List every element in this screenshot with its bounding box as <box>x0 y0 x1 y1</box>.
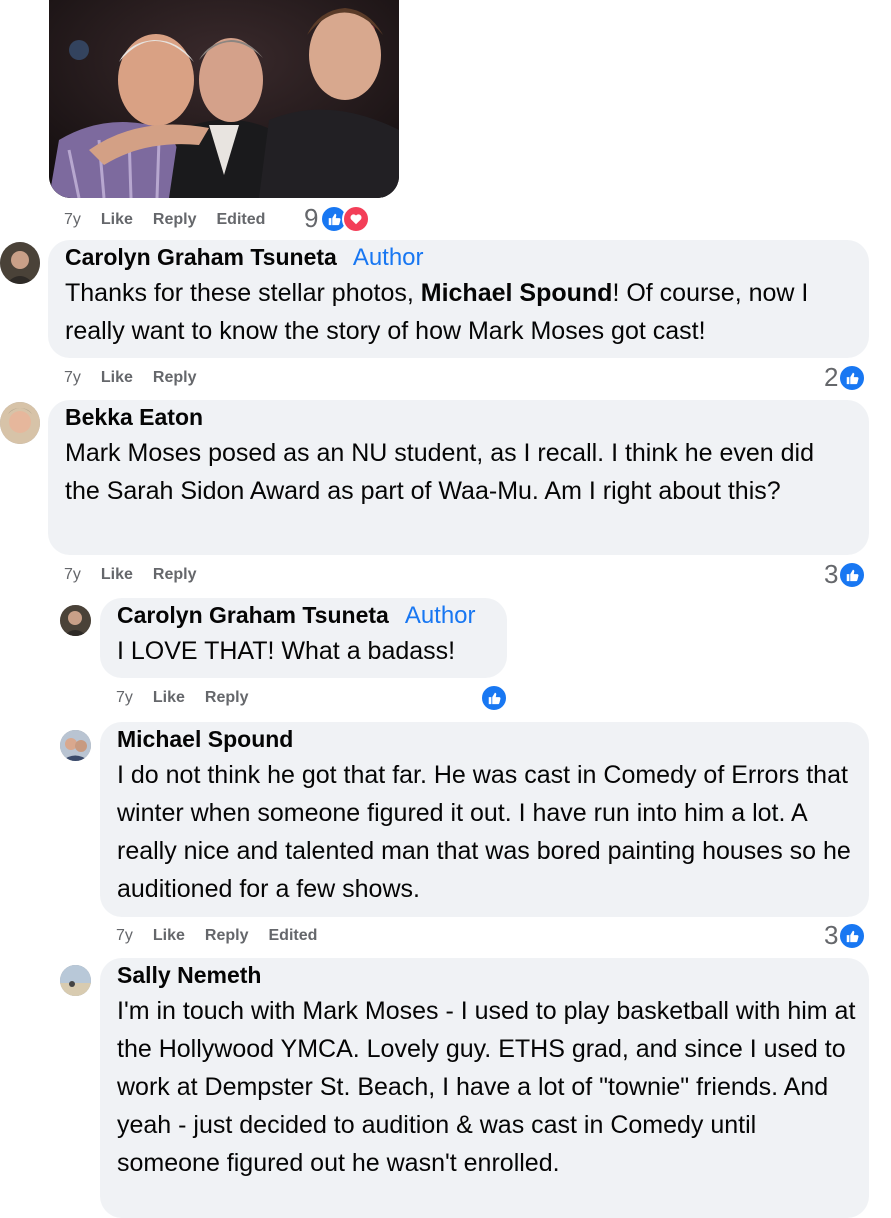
avatar[interactable] <box>0 242 40 284</box>
reaction-count: 3 <box>824 920 839 950</box>
like-link[interactable]: Like <box>101 566 133 584</box>
avatar[interactable] <box>60 965 91 996</box>
like-reaction-icon <box>838 363 867 392</box>
reply-link[interactable]: Reply <box>205 927 249 945</box>
avatar[interactable] <box>0 402 40 444</box>
comment-meta: 7y Like Reply <box>116 687 269 709</box>
comment-text: Mark Moses posed as an NU student, as I … <box>65 439 814 505</box>
comment-bubble: Bekka Eaton Mark Moses posed as an NU st… <box>48 400 869 555</box>
like-link[interactable]: Like <box>153 689 185 707</box>
comment-time: 7y <box>64 211 81 228</box>
avatar[interactable] <box>60 730 91 761</box>
reaction-summary[interactable]: 9 <box>304 203 371 234</box>
comment-time: 7y <box>116 927 133 944</box>
comment-text: I LOVE THAT! What a badass! <box>117 637 456 665</box>
mention-link[interactable]: Michael Spound <box>421 279 613 307</box>
edited-label: Edited <box>268 927 318 944</box>
comment-time: 7y <box>64 369 81 386</box>
comment-text: I do not think he got that far. He was c… <box>117 761 851 903</box>
reaction-count: 9 <box>304 203 319 233</box>
reply-link[interactable]: Reply <box>153 369 197 387</box>
avatar[interactable] <box>60 605 91 636</box>
comment-meta: 7y Like Reply Edited <box>64 209 285 231</box>
reply-link[interactable]: Reply <box>153 211 197 229</box>
like-reaction-icon <box>480 684 508 712</box>
like-reaction-icon <box>838 921 867 950</box>
comment-meta: 7y Like Reply <box>64 564 217 586</box>
reaction-summary[interactable] <box>480 684 508 712</box>
comment-author[interactable]: Carolyn Graham Tsuneta <box>117 602 389 629</box>
like-reaction-icon <box>838 560 867 589</box>
reaction-summary[interactable]: 3 <box>824 920 867 951</box>
author-badge: Author <box>404 602 476 629</box>
author-badge: Author <box>352 244 424 271</box>
comment-author[interactable]: Bekka Eaton <box>65 404 203 430</box>
love-reaction-icon <box>342 204 371 233</box>
reply-bubble: Michael Spound I do not think he got tha… <box>100 722 869 917</box>
comment-bubble: Carolyn Graham Tsuneta Author Thanks for… <box>48 240 869 358</box>
comment-meta: 7y Like Reply Edited <box>116 925 337 947</box>
comment-author[interactable]: Sally Nemeth <box>117 962 261 988</box>
like-link[interactable]: Like <box>101 211 133 229</box>
reaction-summary[interactable]: 3 <box>824 559 867 590</box>
comment-author[interactable]: Michael Spound <box>117 726 293 752</box>
comment-author[interactable]: Carolyn Graham Tsuneta <box>65 244 337 271</box>
reaction-count: 2 <box>824 362 839 392</box>
reply-bubble: Carolyn Graham Tsuneta Author I LOVE THA… <box>100 598 507 678</box>
like-link[interactable]: Like <box>153 927 185 945</box>
reaction-count: 3 <box>824 559 839 589</box>
comment-photo[interactable] <box>49 0 399 198</box>
comment-meta: 7y Like Reply <box>64 367 217 389</box>
comment-text: Thanks for these stellar photos, Michael… <box>65 279 809 345</box>
reply-link[interactable]: Reply <box>205 689 249 707</box>
like-link[interactable]: Like <box>101 369 133 387</box>
reply-bubble: Sally Nemeth I'm in touch with Mark Mose… <box>100 958 869 1218</box>
comment-text: I'm in touch with Mark Moses - I used to… <box>117 997 856 1177</box>
edited-label: Edited <box>216 211 266 228</box>
comment-time: 7y <box>116 689 133 706</box>
reaction-summary[interactable]: 2 <box>824 362 867 393</box>
comment-time: 7y <box>64 566 81 583</box>
reply-link[interactable]: Reply <box>153 566 197 584</box>
